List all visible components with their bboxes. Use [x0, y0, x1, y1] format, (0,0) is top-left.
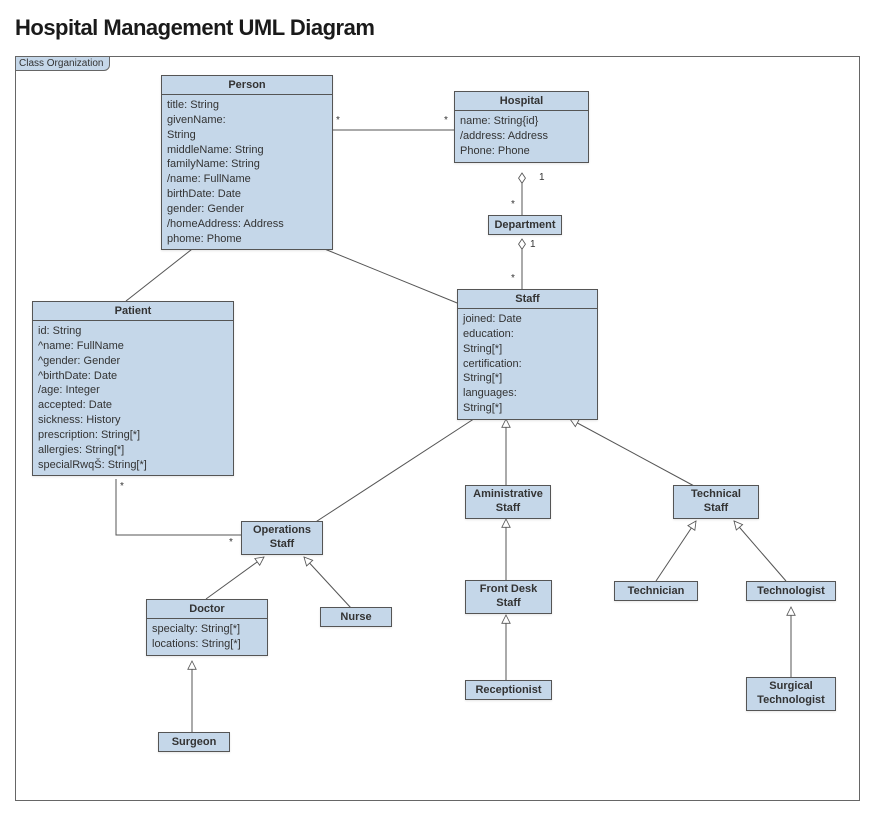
class-doctor-title: Doctor: [147, 600, 267, 619]
class-admin-staff-title: Aministrative Staff: [466, 486, 550, 518]
class-admin-staff: Aministrative Staff: [465, 485, 551, 519]
mult-hospital-dept-one: 1: [539, 172, 545, 183]
class-technologist: Technologist: [746, 581, 836, 601]
class-tech-staff: Technical Staff: [673, 485, 759, 519]
class-receptionist: Receptionist: [465, 680, 552, 700]
mult-person-hospital-right: *: [444, 115, 448, 126]
class-patient-attrs: id: String ^name: FullName ^gender: Gend…: [33, 321, 233, 475]
class-surgeon-title: Surgeon: [159, 733, 229, 751]
class-department-title: Department: [489, 216, 561, 234]
class-surgical-technologist: Surgical Technologist: [746, 677, 836, 711]
class-patient: Patient id: String ^name: FullName ^gend…: [32, 301, 234, 476]
class-tech-staff-title: Technical Staff: [674, 486, 758, 518]
class-staff-attrs: joined: Date education: String[*] certif…: [458, 309, 597, 419]
class-operations-staff: Operations Staff: [241, 521, 323, 555]
diagram-frame: Class Organization: [15, 56, 860, 801]
class-staff-title: Staff: [458, 290, 597, 309]
mult-hospital-dept-star: *: [511, 199, 515, 210]
mult-patient-star: *: [120, 481, 124, 492]
class-hospital: Hospital name: String{id} /address: Addr…: [454, 91, 589, 163]
class-operations-staff-title: Operations Staff: [242, 522, 322, 554]
class-person-attrs: title: String givenName: String middleNa…: [162, 95, 332, 249]
mult-dept-staff-one: 1: [530, 239, 536, 250]
frame-label: Class Organization: [15, 56, 110, 71]
class-nurse-title: Nurse: [321, 608, 391, 626]
class-surgical-technologist-title: Surgical Technologist: [747, 678, 835, 710]
class-surgeon: Surgeon: [158, 732, 230, 752]
class-hospital-attrs: name: String{id} /address: Address Phone…: [455, 111, 588, 162]
class-doctor-attrs: specialty: String[*] locations: String[*…: [147, 619, 267, 655]
class-department: Department: [488, 215, 562, 235]
class-technician-title: Technician: [615, 582, 697, 600]
class-person: Person title: String givenName: String m…: [161, 75, 333, 250]
class-doctor: Doctor specialty: String[*] locations: S…: [146, 599, 268, 656]
mult-dept-staff-star: *: [511, 273, 515, 284]
page-title: Hospital Management UML Diagram: [15, 15, 860, 41]
class-nurse: Nurse: [320, 607, 392, 627]
class-hospital-title: Hospital: [455, 92, 588, 111]
class-front-desk: Front Desk Staff: [465, 580, 552, 614]
class-technologist-title: Technologist: [747, 582, 835, 600]
mult-person-hospital-left: *: [336, 115, 340, 126]
class-staff: Staff joined: Date education: String[*] …: [457, 289, 598, 420]
class-patient-title: Patient: [33, 302, 233, 321]
class-receptionist-title: Receptionist: [466, 681, 551, 699]
mult-ops-star: *: [229, 537, 233, 548]
class-front-desk-title: Front Desk Staff: [466, 581, 551, 613]
class-technician: Technician: [614, 581, 698, 601]
class-person-title: Person: [162, 76, 332, 95]
